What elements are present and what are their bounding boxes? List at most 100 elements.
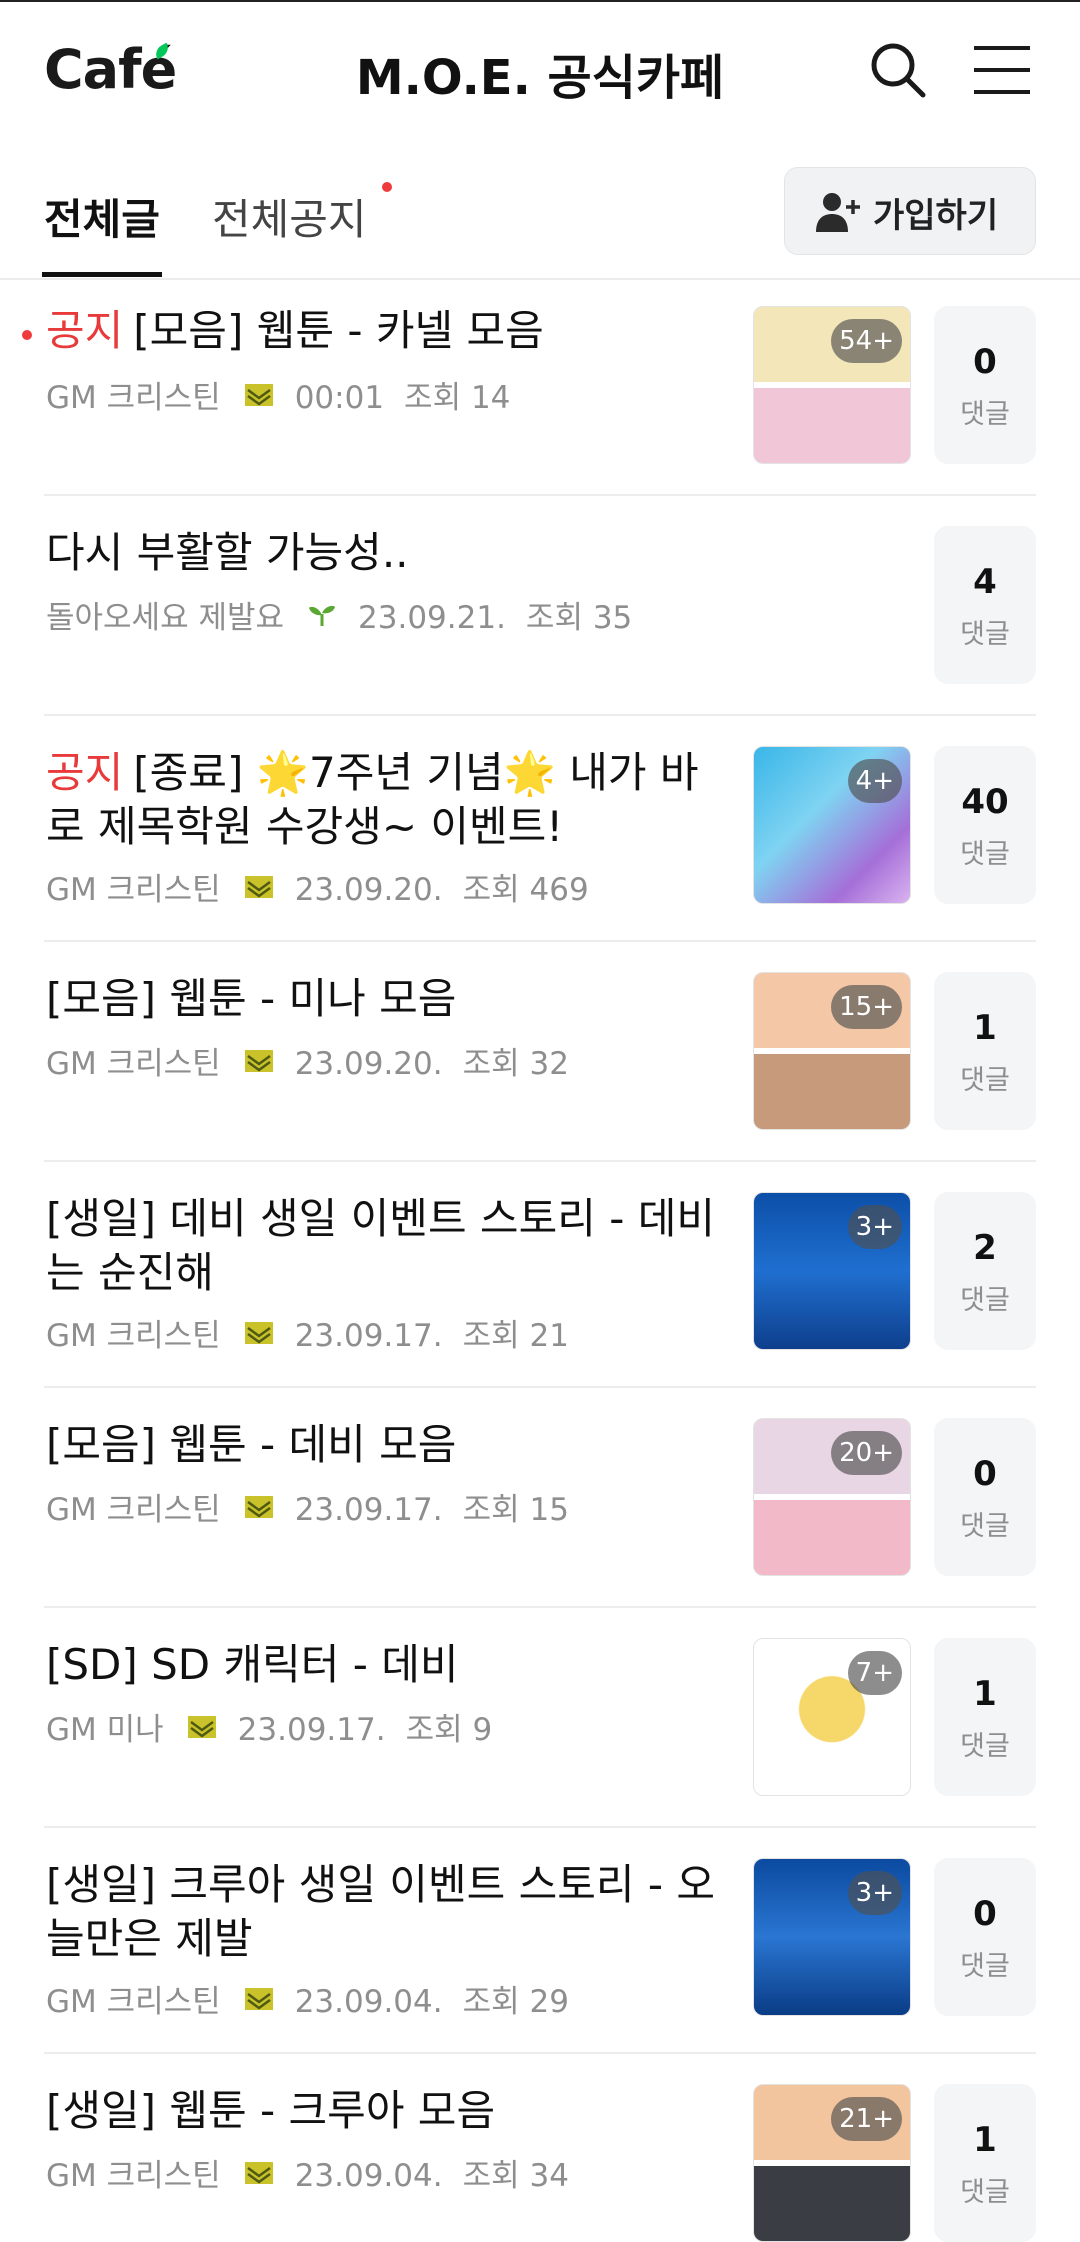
post-meta: GM 크리스틴 23.09.20. 조회 469: [46, 864, 609, 909]
post-meta: GM 크리스틴 23.09.20. 조회 32: [46, 1038, 589, 1083]
comment-label: 댓글: [960, 1065, 1010, 1096]
staff-badge-icon: [187, 1716, 216, 1738]
comment-count: 1: [973, 1674, 997, 1714]
post-thumbnail[interactable]: 21+: [753, 2084, 911, 2242]
cafe-logo[interactable]: Café: [44, 38, 177, 101]
post-item[interactable]: 다시 부활할 가능성.. 돌아오세요 제발요 23.09.21. 조회 35 4 댓…: [0, 496, 1080, 716]
post-views: 조회 469: [462, 872, 589, 908]
comment-count-box[interactable]: 2 댓글: [934, 1192, 1036, 1350]
post-meta: GM 크리스틴 23.09.04. 조회 29: [46, 1976, 589, 2021]
staff-badge-icon: [244, 2162, 273, 2184]
post-views: 조회 34: [462, 2158, 569, 2194]
search-icon[interactable]: [868, 40, 928, 100]
post-title[interactable]: 공지 [모음] 웹툰 - 카넬 모음: [46, 304, 716, 358]
post-thumbnail[interactable]: 20+: [753, 1418, 911, 1576]
post-views: 조회 35: [525, 600, 633, 636]
logo-text: Café: [44, 38, 177, 101]
staff-badge-icon: [244, 384, 273, 406]
comment-count-box[interactable]: 1 댓글: [934, 1638, 1036, 1796]
comment-count-box[interactable]: 4 댓글: [934, 526, 1036, 684]
post-date: 23.09.20.: [294, 872, 443, 908]
post-thumbnail[interactable]: 4+: [753, 746, 911, 904]
image-count-badge: 54+: [831, 319, 902, 363]
comment-count: 0: [973, 342, 997, 382]
post-title[interactable]: [생일] 데비 생일 이벤트 스토리 - 데비는 순진해: [46, 1192, 716, 1300]
post-date: 23.09.17.: [294, 1318, 443, 1354]
comment-count-box[interactable]: 40 댓글: [934, 746, 1036, 904]
hamburger-menu-icon[interactable]: [972, 44, 1032, 96]
comment-count: 0: [973, 1894, 997, 1934]
comment-count-box[interactable]: 0 댓글: [934, 1418, 1036, 1576]
post-title-text: [SD] SD 캐릭터 - 데비: [46, 1640, 459, 1689]
post-meta: 돌아오세요 제발요 23.09.21. 조회 35: [46, 592, 652, 637]
post-item[interactable]: [생일] 크루아 생일 이벤트 스토리 - 오늘만은 제발 GM 크리스틴 23.…: [0, 1828, 1080, 2054]
post-item[interactable]: [생일] 데비 생일 이벤트 스토리 - 데비는 순진해 GM 크리스틴 23.0…: [0, 1162, 1080, 1388]
tab-all-posts[interactable]: 전체글: [44, 186, 160, 247]
post-date: 23.09.17.: [294, 1492, 443, 1528]
post-date: 23.09.17.: [237, 1712, 386, 1748]
comment-count: 40: [961, 782, 1009, 822]
post-title[interactable]: [생일] 웹툰 - 크루아 모음: [46, 2084, 716, 2138]
post-item[interactable]: 공지 [모음] 웹툰 - 카넬 모음 GM 크리스틴 00:01 조회 14 54+ …: [0, 280, 1080, 496]
staff-badge-icon: [244, 1322, 273, 1344]
post-item[interactable]: 공지 [종료] 🌟7주년 기념🌟 내가 바로 제목학원 수강생~ 이벤트! GM …: [0, 716, 1080, 942]
post-title[interactable]: 다시 부활할 가능성..: [46, 526, 716, 580]
comment-count-box[interactable]: 1 댓글: [934, 2084, 1036, 2242]
post-thumbnail[interactable]: 3+: [753, 1858, 911, 2016]
post-title-text: [모음] 웹툰 - 데비 모음: [46, 1420, 457, 1469]
post-thumbnail[interactable]: 15+: [753, 972, 911, 1130]
sprout-icon: [309, 605, 336, 626]
comment-label: 댓글: [960, 1511, 1010, 1542]
post-title-text: 다시 부활할 가능성..: [46, 528, 409, 577]
post-date: 23.09.20.: [294, 1046, 443, 1082]
post-title-text: [생일] 웹툰 - 크루아 모음: [46, 2086, 496, 2135]
post-author: GM 크리스틴: [46, 1984, 221, 2020]
comment-label: 댓글: [960, 1285, 1010, 1316]
comment-label: 댓글: [960, 2177, 1010, 2208]
post-thumbnail[interactable]: 54+: [753, 306, 911, 464]
page-title[interactable]: M.O.E. 공식카페: [300, 38, 780, 108]
post-date: 23.09.04.: [294, 2158, 443, 2194]
post-author: GM 크리스틴: [46, 1492, 221, 1528]
post-item[interactable]: [모음] 웹툰 - 미나 모음 GM 크리스틴 23.09.20. 조회 32 15…: [0, 942, 1080, 1162]
post-title[interactable]: [SD] SD 캐릭터 - 데비: [46, 1638, 716, 1692]
post-item[interactable]: [SD] SD 캐릭터 - 데비 GM 미나 23.09.17. 조회 9 7+ 1…: [0, 1608, 1080, 1828]
post-thumbnail[interactable]: 3+: [753, 1192, 911, 1350]
image-count-badge: 7+: [847, 1651, 902, 1695]
post-title[interactable]: [모음] 웹툰 - 미나 모음: [46, 972, 716, 1026]
post-views: 조회 15: [462, 1492, 569, 1528]
post-thumbnail[interactable]: 7+: [753, 1638, 911, 1796]
app-header: Café M.O.E. 공식카페: [0, 0, 1080, 140]
staff-badge-icon: [244, 1050, 273, 1072]
comment-label: 댓글: [960, 1731, 1010, 1762]
comment-count-box[interactable]: 0 댓글: [934, 1858, 1036, 2016]
post-date: 23.09.21.: [358, 600, 506, 636]
post-author: GM 크리스틴: [46, 1318, 221, 1354]
comment-label: 댓글: [960, 619, 1010, 650]
post-author: GM 미나: [46, 1712, 164, 1748]
post-date: 00:01: [294, 380, 385, 416]
tab-all-notices[interactable]: 전체공지: [212, 186, 367, 247]
comment-count-box[interactable]: 1 댓글: [934, 972, 1036, 1130]
comment-label: 댓글: [960, 1951, 1010, 1982]
post-meta: GM 크리스틴 23.09.04. 조회 34: [46, 2150, 589, 2195]
active-tab-indicator: [42, 272, 162, 277]
post-title[interactable]: 공지 [종료] 🌟7주년 기념🌟 내가 바로 제목학원 수강생~ 이벤트!: [46, 746, 716, 854]
comment-count: 0: [973, 1454, 997, 1494]
comment-count: 4: [973, 562, 997, 602]
post-views: 조회 14: [404, 380, 511, 416]
unread-dot: [22, 330, 32, 340]
post-title[interactable]: [모음] 웹툰 - 데비 모음: [46, 1418, 716, 1472]
image-count-badge: 4+: [847, 759, 902, 803]
join-button[interactable]: 가입하기: [784, 167, 1036, 255]
add-user-icon: [816, 193, 860, 232]
post-item[interactable]: [모음] 웹툰 - 데비 모음 GM 크리스틴 23.09.17. 조회 15 20…: [0, 1388, 1080, 1608]
post-author: GM 크리스틴: [46, 1046, 221, 1082]
new-notice-dot: [382, 182, 392, 192]
post-title-text: [생일] 크루아 생일 이벤트 스토리 - 오늘만은 제발: [46, 1860, 715, 1963]
comment-count-box[interactable]: 0 댓글: [934, 306, 1036, 464]
post-views: 조회 29: [462, 1984, 569, 2020]
post-title[interactable]: [생일] 크루아 생일 이벤트 스토리 - 오늘만은 제발: [46, 1858, 716, 1966]
post-meta: GM 크리스틴 23.09.17. 조회 15: [46, 1484, 589, 1529]
post-item[interactable]: [생일] 웹툰 - 크루아 모음 GM 크리스틴 23.09.04. 조회 34 2…: [0, 2054, 1080, 2242]
